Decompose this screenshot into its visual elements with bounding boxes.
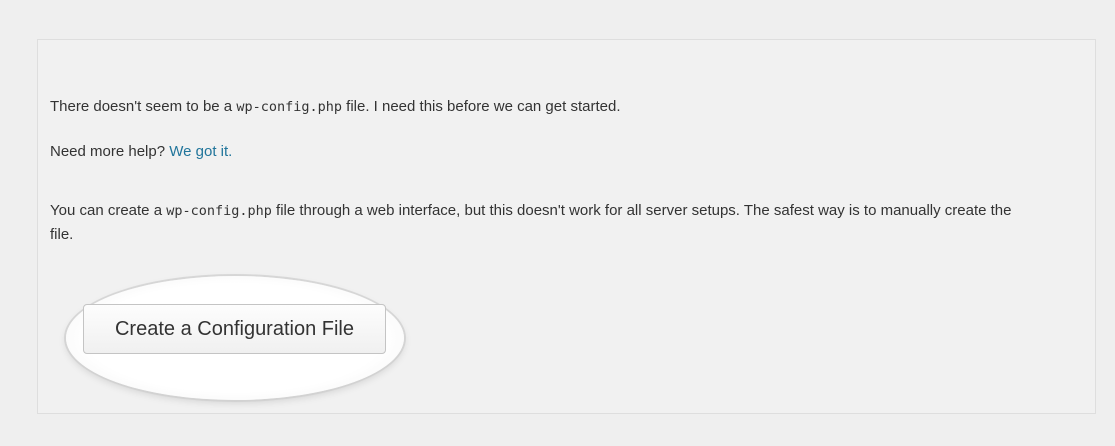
missing-config-prefix: There doesn't seem to be a <box>50 98 237 115</box>
help-prefix: Need more help? <box>50 143 170 160</box>
create-config-prefix: You can create a <box>50 202 167 219</box>
create-configuration-file-button[interactable]: Create a Configuration File <box>83 304 386 354</box>
create-config-message: You can create a wp-config.php file thro… <box>50 199 1030 247</box>
missing-config-message: There doesn't seem to be a wp-config.php… <box>50 95 620 119</box>
config-filename: wp-config.php <box>166 203 272 219</box>
help-link[interactable]: We got it. <box>169 143 232 160</box>
config-filename: wp-config.php <box>236 99 342 115</box>
missing-config-suffix: file. I need this before we can get star… <box>341 98 621 115</box>
help-message: Need more help? We got it. <box>50 140 232 164</box>
